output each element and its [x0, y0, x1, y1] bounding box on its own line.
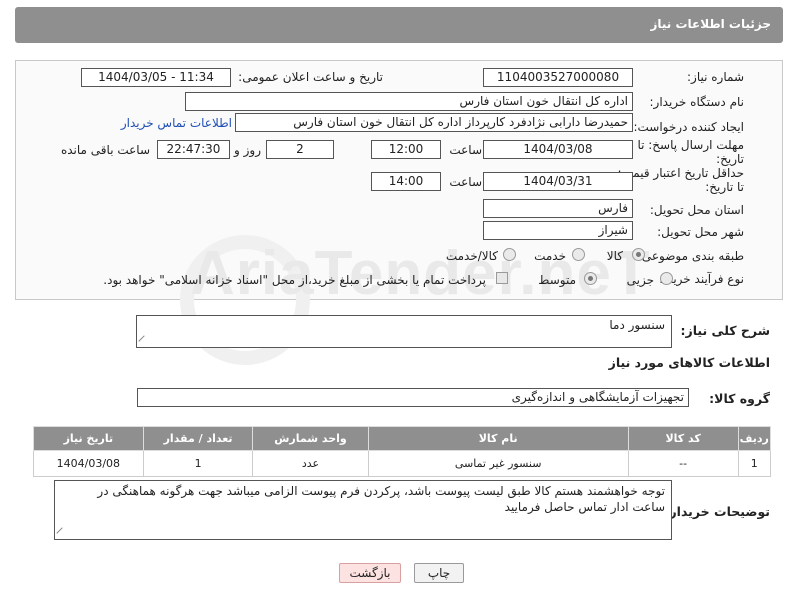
announce-field: 1404/03/05 - 11:34 [81, 68, 231, 87]
col-header-code: کد کالا [627, 426, 739, 451]
process-radio-medium[interactable] [584, 272, 597, 285]
need-number-field: 1104003527000080 [483, 68, 633, 87]
goods-info-title: اطلاعات کالاهای مورد نیاز [608, 355, 770, 370]
goods-group-field: تجهیزات آزمایشگاهی و اندازه‌گیری [137, 388, 689, 407]
reply-date-field: 1404/03/08 [483, 140, 633, 159]
col-header-unit: واحد شمارش [252, 426, 369, 451]
announce-label: تاریخ و ساعت اعلان عمومی: [238, 70, 383, 84]
process-option-medium: متوسط [538, 273, 576, 287]
treasury-payment-note: پرداخت تمام یا بخشی از مبلغ خرید،از محل … [103, 273, 486, 287]
price-validity-label: حداقل تاریخ اعتبار قیمت: تا تاریخ: [617, 166, 744, 194]
buyer-org-field: اداره کل انتقال خون استان فارس [185, 92, 633, 111]
page-title: جزئیات اطلاعات نیاز [650, 17, 771, 31]
category-radio-goods-service[interactable] [503, 248, 516, 261]
remaining-time-field: 22:47:30 [157, 140, 230, 159]
print-button[interactable]: چاپ [414, 563, 464, 583]
category-option-goods: کالا [606, 249, 623, 263]
description-textarea: سنسور دما [136, 315, 672, 348]
cell-row: 1 [737, 450, 771, 477]
creator-label: ایجاد کننده درخواست: [633, 120, 744, 134]
price-time-field: 14:00 [371, 172, 441, 191]
creator-field: حمیدرضا دارابی نژادفرد کارپرداز اداره کل… [235, 113, 633, 132]
cell-need-date: 1404/03/08 [33, 450, 144, 477]
cell-unit: عدد [252, 450, 369, 477]
contact-info-link[interactable]: اطلاعات تماس خریدار [121, 116, 232, 130]
process-radio-minor[interactable] [660, 272, 673, 285]
description-value: سنسور دما [609, 318, 665, 332]
reply-time-field: 12:00 [371, 140, 441, 159]
col-header-row: ردیف [737, 426, 771, 451]
back-button[interactable]: بازگشت [339, 563, 401, 583]
cell-quantity: 1 [142, 450, 254, 477]
col-header-name: نام کالا [367, 426, 629, 451]
price-time-label: ساعت [449, 175, 482, 189]
cell-name: سنسور غیر تماسی [367, 450, 629, 477]
col-header-need-date: تاریخ نیاز [33, 426, 144, 451]
reply-time-label: ساعت [449, 143, 482, 157]
col-header-quantity: تعداد / مقدار [142, 426, 254, 451]
cell-code: -- [627, 450, 739, 477]
province-field: فارس [483, 199, 633, 218]
items-table-header: ردیف کد کالا نام کالا واحد شمارش تعداد /… [33, 426, 771, 451]
treasury-payment-checkbox[interactable] [496, 272, 508, 284]
province-label: استان محل تحویل: [649, 203, 744, 217]
process-option-minor: جزیی [626, 273, 654, 287]
category-option-service: خدمت [534, 249, 566, 263]
description-label: شرح کلی نیاز: [680, 323, 770, 338]
days-label: روز و [234, 143, 261, 157]
price-date-field: 1404/03/31 [483, 172, 633, 191]
table-row: 1 -- سنسور غیر تماسی عدد 1 1404/03/08 [33, 450, 771, 477]
category-label: طبقه بندی موضوعی: [637, 249, 744, 263]
remaining-label: ساعت باقی مانده [60, 143, 150, 157]
buyer-org-label: نام دستگاه خریدار: [649, 95, 745, 109]
category-option-goods-service: کالا/خدمت [445, 249, 498, 263]
buyer-notes-label: توضیحات خریدار: [664, 504, 770, 519]
goods-group-label: گروه کالا: [709, 391, 770, 406]
items-table: ردیف کد کالا نام کالا واحد شمارش تعداد /… [33, 426, 771, 477]
page-title-bar: جزئیات اطلاعات نیاز [15, 7, 783, 43]
need-number-label: شماره نیاز: [687, 70, 744, 84]
city-label: شهر محل تحویل: [657, 225, 744, 239]
city-field: شیراز [483, 221, 633, 240]
buyer-notes-value: توجه خواهشمند هستم کالا طبق لیست پیوست ب… [97, 484, 665, 514]
reply-deadline-label: مهلت ارسال پاسخ: تا تاریخ: [637, 138, 744, 166]
days-field: 2 [266, 140, 334, 159]
category-radio-service[interactable] [572, 248, 585, 261]
category-radio-goods[interactable] [632, 248, 645, 261]
buyer-notes-textarea: توجه خواهشمند هستم کالا طبق لیست پیوست ب… [54, 480, 672, 540]
